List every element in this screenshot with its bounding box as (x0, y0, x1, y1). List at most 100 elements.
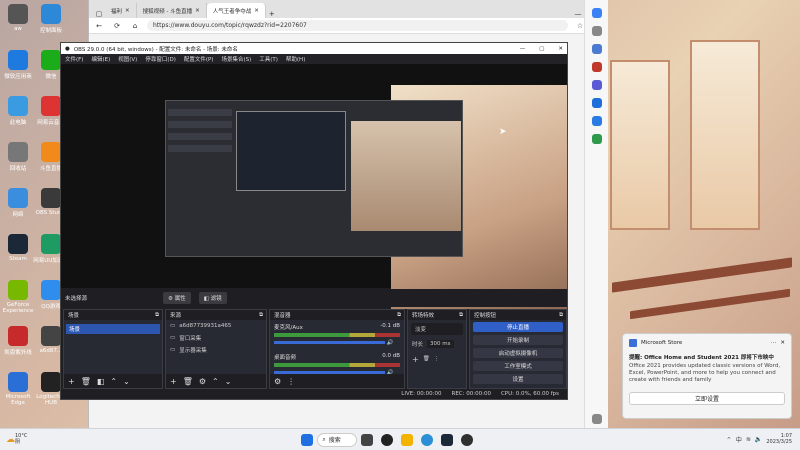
url-input[interactable]: https://www.douyu.com/topic/rqwzdz?rid=2… (147, 20, 568, 31)
add-icon[interactable]: + (68, 377, 75, 386)
volume-icon[interactable]: 🔈 (755, 436, 762, 443)
back-icon[interactable]: ← (93, 22, 105, 30)
obs-window: ● OBS 29.0.0 (64 bit, windows) - 配置文件: 未… (60, 42, 568, 400)
menu-item[interactable]: 工具(T) (259, 55, 278, 63)
trash-icon[interactable]: 🗑 (423, 356, 430, 362)
maximize-icon[interactable]: ▢ (539, 46, 544, 52)
undock-icon[interactable]: ⧉ (397, 312, 401, 319)
new-tab-icon[interactable]: + (266, 10, 278, 18)
desktop-icon[interactable]: 控制面板 (32, 4, 70, 34)
source-item[interactable]: ▭ 显示器采集 (166, 344, 266, 356)
close-icon[interactable]: ✕ (558, 46, 563, 52)
undock-icon[interactable]: ⧉ (259, 312, 263, 319)
more-icon[interactable]: ⋮ (434, 356, 440, 362)
controls-header: 控制按钮 (474, 313, 497, 319)
duration-row: 时长 300 ms (408, 338, 466, 350)
menu-item[interactable]: 视图(V) (118, 55, 137, 63)
tab-3[interactable]: 人气王者争夺战 ✕ (206, 3, 266, 18)
scene-item[interactable]: 场景 (66, 324, 160, 334)
weather[interactable]: 10°C 阴 (15, 433, 27, 445)
menu-item[interactable]: 场景集合(S) (221, 55, 251, 63)
bing-icon[interactable] (591, 8, 602, 18)
gear-icon[interactable]: ⚙ (274, 377, 281, 386)
steam-icon[interactable] (441, 433, 454, 446)
search-icon[interactable] (591, 26, 602, 36)
source-item[interactable]: ▭ a6d87739931a465 (166, 320, 266, 332)
alien-icon[interactable] (381, 433, 394, 446)
tab-actions-icon[interactable]: ▢ (93, 10, 105, 18)
toolbox-icon[interactable] (591, 62, 602, 72)
obs-statusbar: LIVE: 00:00:00 REC: 00:00:00 CPU: 0.0%, … (61, 389, 567, 399)
home-icon[interactable]: ⌂ (129, 22, 141, 30)
gear-icon[interactable]: ⚙ (199, 377, 206, 386)
wifi-icon[interactable]: ≋ (746, 436, 751, 443)
more-icon[interactable]: ⋯ (771, 340, 777, 346)
folder-icon[interactable] (401, 433, 414, 446)
toast-action-button[interactable]: 立即设置 (629, 392, 785, 406)
menu-item[interactable]: 配置文件(P) (184, 55, 214, 63)
studio-mode-button[interactable]: 工作室模式 (473, 361, 563, 371)
close-icon[interactable]: ✕ (195, 8, 200, 14)
volume-slider[interactable] (274, 341, 385, 344)
weather-icon[interactable]: ☁ (6, 435, 15, 445)
filter-icon[interactable]: ◧ (97, 377, 105, 386)
tag-icon[interactable] (591, 44, 602, 54)
undock-icon[interactable]: ⧉ (559, 312, 563, 319)
stop-streaming-button[interactable]: 停止直播 (473, 322, 563, 332)
refresh-icon[interactable]: ⟳ (111, 22, 123, 30)
add-icon[interactable]: + (412, 355, 419, 364)
down-icon[interactable]: ⌄ (225, 377, 232, 386)
trash-icon[interactable]: 🗑 (183, 377, 193, 386)
undock-icon[interactable]: ⧉ (459, 312, 463, 319)
obs-logo-icon: ● (65, 45, 70, 52)
ime-icon[interactable]: 中 (736, 435, 742, 444)
more-icon[interactable]: ⋮ (287, 377, 295, 386)
transitions-panel: 转场特效 ⧉ 淡变 时长 300 ms + 🗑 ⋮ (407, 309, 467, 389)
settings-button[interactable]: 设置 (473, 374, 563, 384)
up-icon[interactable]: ⌃ (212, 377, 219, 386)
outlook-icon[interactable] (591, 116, 602, 126)
duration-input[interactable]: 300 ms (427, 340, 454, 348)
menu-item[interactable]: 停靠窗口(D) (145, 55, 176, 63)
clock[interactable]: 1:07 2023/3/25 (766, 433, 792, 445)
speaker-icon[interactable]: 🔊 (387, 340, 394, 346)
office-icon[interactable] (591, 98, 602, 108)
menu-item[interactable]: 帮助(H) (286, 55, 305, 63)
trash-icon[interactable]: 🗑 (81, 377, 91, 386)
minimize-icon[interactable]: — (520, 46, 526, 52)
minimize-icon[interactable]: — (572, 10, 584, 18)
tab-2[interactable]: 搜狐视频 - 斗鱼直播 ✕ (137, 3, 207, 18)
tab-1[interactable]: 福利 ✕ (105, 3, 137, 18)
add-icon[interactable]: + (170, 377, 177, 386)
obs-title: OBS 29.0.0 (64 bit, windows) - 配置文件: 未命名… (73, 46, 238, 53)
obs-preview[interactable]: ➤ (61, 64, 567, 309)
obs-icon[interactable] (461, 433, 474, 446)
down-icon[interactable]: ⌄ (123, 377, 130, 386)
menu-item[interactable]: 编辑(E) (91, 55, 110, 63)
games-icon[interactable] (591, 80, 602, 90)
obs-menubar: 文件(F) 编辑(E) 视图(V) 停靠窗口(D) 配置文件(P) 场景集合(S) 工具(T… (61, 54, 567, 64)
tree-icon[interactable] (591, 134, 602, 144)
menu-item[interactable]: 文件(F) (65, 55, 83, 63)
virtual-camera-button[interactable]: 启动虚拟摄像机 (473, 348, 563, 358)
close-icon[interactable]: ✕ (780, 340, 785, 346)
properties-button[interactable]: ⚙ 属性 (163, 292, 191, 304)
taskbar-search[interactable]: ⌕ 搜索 (317, 432, 358, 447)
filters-button[interactable]: ◧ 滤镜 (198, 292, 227, 304)
start-recording-button[interactable]: 开始录制 (473, 335, 563, 345)
obs-titlebar: ● OBS 29.0.0 (64 bit, windows) - 配置文件: 未… (61, 43, 567, 54)
app-icon (41, 372, 61, 392)
undock-icon[interactable]: ⧉ (155, 312, 159, 319)
nested-photo (351, 121, 461, 231)
task-view-icon[interactable] (361, 433, 374, 446)
close-icon[interactable]: ✕ (254, 8, 259, 14)
gear-icon[interactable] (591, 414, 602, 424)
app-icon (41, 142, 61, 162)
close-icon[interactable]: ✕ (125, 8, 130, 14)
up-icon[interactable]: ⌃ (110, 377, 117, 386)
start-icon[interactable] (301, 433, 314, 446)
chevron-up-icon[interactable]: ⌃ (726, 436, 732, 444)
transition-select[interactable]: 淡变 (411, 323, 463, 335)
source-item[interactable]: ▭ 窗口采集 (166, 332, 266, 344)
edge-icon[interactable] (421, 433, 434, 446)
